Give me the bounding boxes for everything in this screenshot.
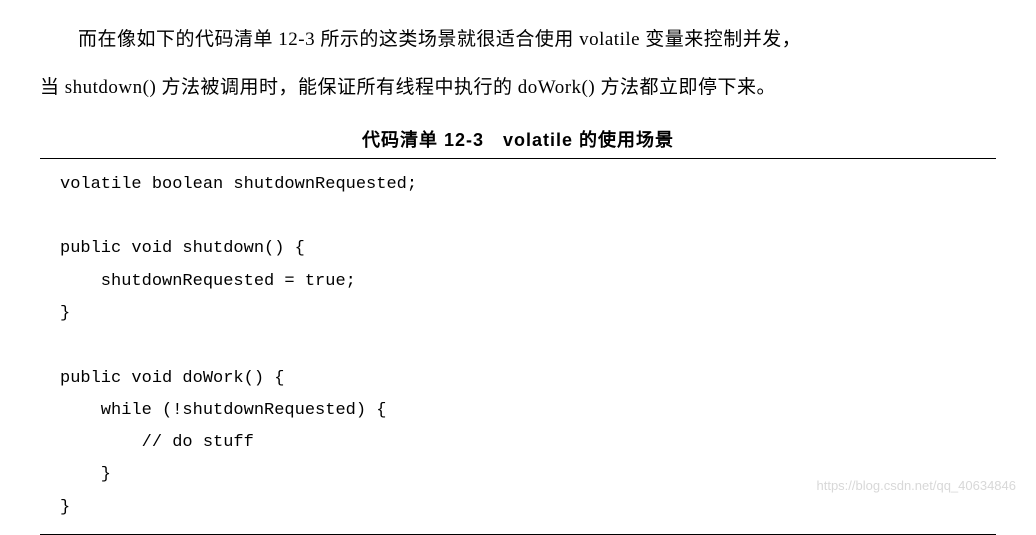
code-listing-title: 代码清单 12-3 volatile 的使用场景 (40, 126, 996, 152)
watermark-text: https://blog.csdn.net/qq_40634846 (817, 478, 1017, 493)
intro-paragraph-line2: 当 shutdown() 方法被调用时，能保证所有线程中执行的 doWork()… (40, 68, 996, 108)
intro-paragraph-line1: 而在像如下的代码清单 12-3 所示的这类场景就很适合使用 volatile 变… (40, 20, 996, 60)
